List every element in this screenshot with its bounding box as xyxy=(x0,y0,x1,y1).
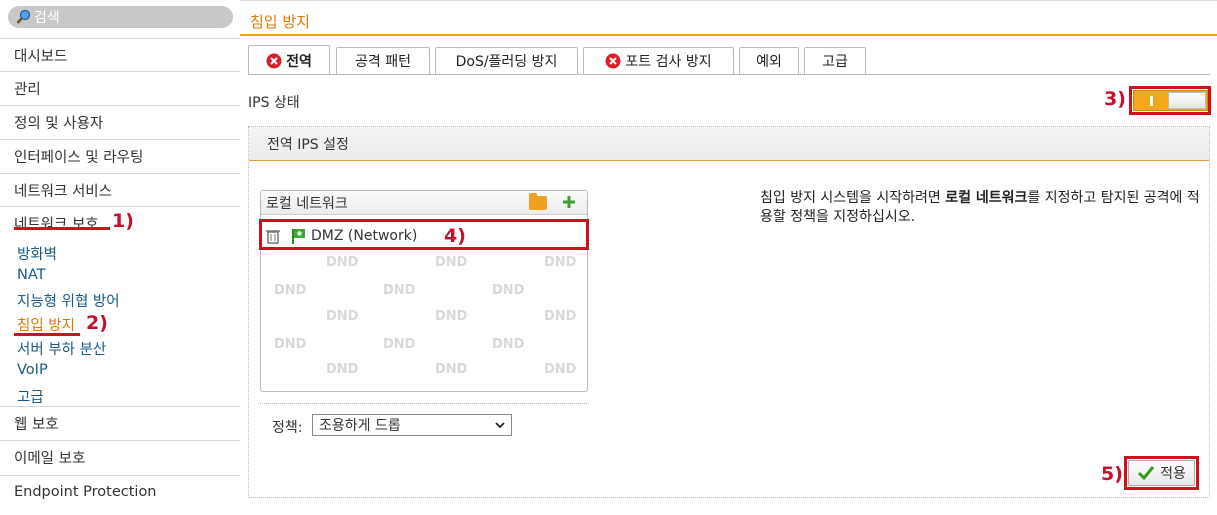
page-title: 침입 방지 xyxy=(250,13,310,31)
dnd-watermark: DND xyxy=(492,283,525,298)
check-icon xyxy=(1138,466,1155,481)
description-text: 침입 방지 시스템을 시작하려면 로컬 네트워크를 지정하고 탐지된 공격에 적… xyxy=(760,190,1200,225)
item-highlight xyxy=(259,219,589,250)
policy-select-value: 조용하게 드롭 xyxy=(319,418,401,434)
sidebar-item-web-protection[interactable]: 웹 보호 xyxy=(0,406,240,439)
network-protection-underline xyxy=(14,227,110,230)
annotation-1: 1) xyxy=(112,210,134,232)
ips-toggle[interactable] xyxy=(1133,90,1208,111)
tab-attack-patterns[interactable]: 공격 패턴 xyxy=(336,47,430,74)
search-box[interactable]: 검색 xyxy=(8,6,233,28)
ips-status-label: IPS 상태 xyxy=(248,95,300,111)
sidebar: 검색 대시보드 관리 정의 및 사용자 인터페이스 및 라우팅 네트워크 서비스… xyxy=(0,0,240,515)
search-placeholder: 검색 xyxy=(34,10,60,26)
tab-portscan[interactable]: 포트 검사 방지 xyxy=(583,47,734,74)
tab-label: 포트 검사 방지 xyxy=(625,54,712,70)
intrusion-prevention-underline xyxy=(14,333,80,336)
local-networks-header: 로컬 네트워크 xyxy=(261,191,587,215)
error-icon xyxy=(266,53,282,68)
tab-advanced[interactable]: 고급 xyxy=(804,47,866,74)
chevron-down-icon xyxy=(495,422,505,429)
tab-divider xyxy=(248,74,1210,75)
policy-select[interactable]: 조용하게 드롭 xyxy=(312,414,512,436)
subitem-advanced[interactable]: 고급 xyxy=(17,386,44,407)
sidebar-item-interfaces-routing[interactable]: 인터페이스 및 라우팅 xyxy=(0,139,240,172)
dnd-watermark: DND xyxy=(544,362,577,377)
tab-label: DoS/플러딩 방지 xyxy=(455,54,558,70)
dnd-watermark: DND xyxy=(435,255,468,270)
subitem-voip[interactable]: VoIP xyxy=(17,362,48,378)
dnd-watermark: DND xyxy=(326,362,359,377)
subitem-intrusion-prevention[interactable]: 침입 방지 xyxy=(17,314,75,335)
tab-global[interactable]: 전역 xyxy=(248,45,330,75)
subitem-firewall[interactable]: 방화벽 xyxy=(17,243,57,264)
add-icon[interactable] xyxy=(561,194,577,210)
local-networks-title: 로컬 네트워크 xyxy=(266,195,348,212)
dnd-watermark: DND xyxy=(274,337,307,352)
sidebar-item-endpoint-protection[interactable]: Endpoint Protection xyxy=(0,475,240,508)
dnd-watermark: DND xyxy=(435,309,468,324)
error-icon xyxy=(605,53,621,69)
annotation-4: 4) xyxy=(444,225,466,247)
sidebar-item-definitions-users[interactable]: 정의 및 사용자 xyxy=(0,105,240,138)
tab-label: 공격 패턴 xyxy=(355,54,411,70)
tab-label: 전역 xyxy=(286,53,312,70)
annotation-3: 3) xyxy=(1104,88,1126,110)
policy-label: 정책: xyxy=(272,420,303,436)
tab-label: 고급 xyxy=(822,54,848,70)
dnd-watermark: DND xyxy=(544,309,577,324)
dnd-watermark: DND xyxy=(326,309,359,324)
dnd-watermark: DND xyxy=(274,283,307,298)
dnd-watermark: DND xyxy=(544,255,577,270)
apply-label: 적용 xyxy=(1160,466,1186,482)
divider xyxy=(258,403,589,404)
tab-exceptions[interactable]: 예외 xyxy=(739,47,799,74)
dnd-watermark: DND xyxy=(383,283,416,298)
subitem-load-balancing[interactable]: 서버 부하 분산 xyxy=(17,338,106,359)
sidebar-item-network-services[interactable]: 네트워크 서비스 xyxy=(0,173,240,206)
tab-dos-flooding[interactable]: DoS/플러딩 방지 xyxy=(435,47,578,74)
description-bold: 로컬 네트워크 xyxy=(945,190,1028,206)
subitem-atp[interactable]: 지능형 위협 방어 xyxy=(17,290,120,311)
sidebar-item-dashboard[interactable]: 대시보드 xyxy=(0,38,240,71)
dnd-watermark: DND xyxy=(492,337,525,352)
subitem-nat[interactable]: NAT xyxy=(17,267,46,283)
sidebar-item-management[interactable]: 관리 xyxy=(0,71,240,104)
dnd-watermark: DND xyxy=(435,362,468,377)
top-bar: 침입 방지 xyxy=(240,0,1217,36)
toggle-knob[interactable] xyxy=(1168,92,1206,109)
sidebar-item-email-protection[interactable]: 이메일 보호 xyxy=(0,440,240,473)
search-icon xyxy=(16,9,31,24)
apply-button[interactable]: 적용 xyxy=(1128,460,1195,486)
tab-label: 예외 xyxy=(756,54,782,70)
folder-icon[interactable] xyxy=(529,193,547,210)
annotation-2: 2) xyxy=(86,312,108,334)
dnd-watermark: DND xyxy=(383,337,416,352)
dnd-watermark: DND xyxy=(326,255,359,270)
annotation-5: 5) xyxy=(1101,463,1123,485)
panel-title: 전역 IPS 설정 xyxy=(249,127,1209,161)
toggle-on-mark xyxy=(1150,96,1153,106)
